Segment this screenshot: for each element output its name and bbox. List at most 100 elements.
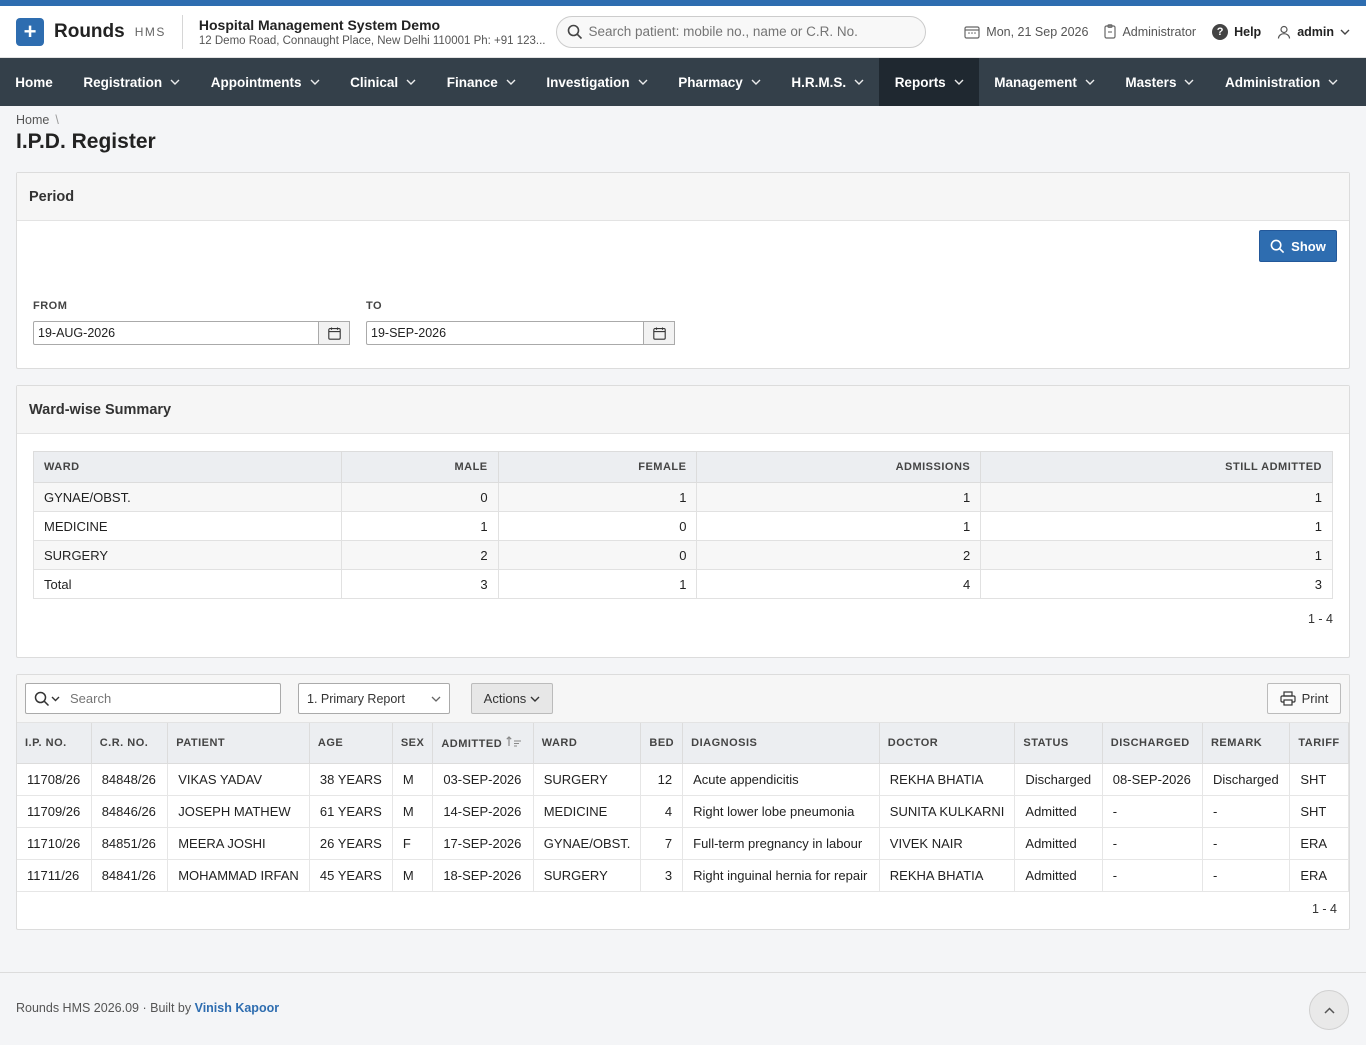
table-cell: 84848/26	[91, 763, 169, 796]
breadcrumb-separator: \	[55, 113, 59, 127]
table-cell: 08-SEP-2026	[1102, 763, 1203, 796]
table-cell: 45 YEARS	[309, 859, 393, 892]
register-col-patient[interactable]: PATIENT	[167, 723, 310, 764]
nav-item-administration[interactable]: Administration	[1210, 58, 1354, 106]
table-row[interactable]: 11709/26 84846/26 JOSEPH MATHEW 61 YEARS M 14…	[17, 795, 1349, 828]
register-col-c-r-no[interactable]: C.R. NO.	[91, 723, 169, 764]
user-menu[interactable]: admin	[1277, 25, 1350, 39]
footer-author-link[interactable]: Vinish Kapoor	[195, 1001, 280, 1015]
register-col-ward[interactable]: WARD	[533, 723, 642, 764]
table-cell: 18-SEP-2026	[432, 859, 534, 892]
nav-item-finance[interactable]: Finance	[431, 58, 531, 106]
ward-summary-title: Ward-wise Summary	[17, 386, 1349, 434]
nav-item-investigation[interactable]: Investigation	[531, 58, 663, 106]
chevron-down-icon	[431, 696, 441, 702]
ward-col-admissions[interactable]: ADMISSIONS	[696, 451, 982, 483]
ward-col-still-admitted[interactable]: STILL ADMITTED	[980, 451, 1333, 483]
nav-item-masters[interactable]: Masters	[1110, 58, 1210, 106]
table-cell: Admitted	[1014, 859, 1103, 892]
table-cell: SURGERY	[533, 763, 642, 796]
patient-search[interactable]	[555, 15, 926, 48]
sort-ascending-icon[interactable]	[506, 735, 522, 750]
table-cell: 84841/26	[91, 859, 169, 892]
show-button[interactable]: Show	[1259, 230, 1337, 262]
register-col-age[interactable]: AGE	[309, 723, 393, 764]
role-indicator[interactable]: Administrator	[1104, 24, 1196, 39]
nav-item-label: Masters	[1125, 74, 1177, 90]
search-icon[interactable]	[34, 691, 60, 707]
table-cell: GYNAE/OBST.	[33, 482, 342, 512]
nav-item-pharmacy[interactable]: Pharmacy	[663, 58, 776, 106]
page-footer: Rounds HMS 2026.09 · Built by Vinish Kap…	[0, 972, 1366, 1045]
from-date-input[interactable]	[33, 321, 319, 345]
table-cell: Full-term pregnancy in labour	[682, 827, 880, 860]
to-date-picker-button[interactable]	[644, 321, 675, 345]
register-col-diagnosis[interactable]: DIAGNOSIS	[682, 723, 880, 764]
table-cell: 3	[640, 859, 684, 892]
nav-item-label: Appointments	[210, 74, 302, 90]
user-icon	[1278, 25, 1291, 39]
table-cell: SHT	[1289, 795, 1349, 828]
help-link[interactable]: ? Help	[1212, 23, 1261, 40]
report-select[interactable]: 1. Primary Report	[298, 683, 450, 714]
table-cell: -	[1102, 795, 1203, 828]
nav-item-reports[interactable]: Reports	[879, 58, 979, 106]
table-cell: 0	[497, 511, 698, 541]
nav-item-h-r-m-s[interactable]: H.R.M.S.	[776, 58, 879, 106]
register-col-remark[interactable]: REMARK	[1202, 723, 1291, 764]
ward-summary-card: Ward-wise Summary WARD MALE FEMALE ADMISSIO…	[16, 385, 1350, 658]
from-date-field	[33, 321, 350, 345]
to-label: TO	[366, 300, 383, 312]
page-title: I.P.D. Register	[16, 130, 156, 153]
table-cell: VIVEK NAIR	[879, 827, 1016, 860]
register-col-i-p-no[interactable]: I.P. NO.	[17, 723, 92, 764]
table-cell: 11711/26	[17, 859, 92, 892]
chevron-down-icon	[1085, 77, 1095, 87]
patient-search-input[interactable]	[588, 24, 915, 39]
print-button[interactable]: Print	[1267, 683, 1341, 714]
register-pagination: 1 - 4	[1311, 902, 1337, 916]
ward-col-female[interactable]: FEMALE	[497, 451, 698, 483]
register-col-doctor[interactable]: DOCTOR	[879, 723, 1016, 764]
nav-item-label: Pharmacy	[678, 74, 743, 90]
register-col-status[interactable]: STATUS	[1014, 723, 1103, 764]
ward-summary-table: WARD MALE FEMALE ADMISSIONS STILL ADMITTED G…	[33, 451, 1333, 599]
nav-item-registration[interactable]: Registration	[68, 58, 195, 106]
brand-name[interactable]: Rounds	[54, 21, 125, 43]
register-col-discharged[interactable]: DISCHARGED	[1102, 723, 1203, 764]
ward-col-male[interactable]: MALE	[340, 451, 499, 483]
table-row[interactable]: 11711/26 84841/26 MOHAMMAD IRFAN 45 YEARS M 1…	[17, 859, 1349, 892]
table-cell: 17-SEP-2026	[432, 827, 534, 860]
ward-col-ward[interactable]: WARD	[33, 451, 342, 483]
table-row[interactable]: 11710/26 84851/26 MEERA JOSHI 26 YEARS F 17-S…	[17, 827, 1349, 860]
nav-item-clinical[interactable]: Clinical	[335, 58, 432, 106]
table-cell: 11709/26	[17, 795, 92, 828]
register-col-bed[interactable]: BED	[640, 723, 684, 764]
to-date-input[interactable]	[366, 321, 644, 345]
nav-item-label: Reports	[894, 74, 946, 90]
clipboard-icon	[1104, 24, 1117, 39]
table-cell: JOSEPH MATHEW	[167, 795, 310, 828]
register-col-sex[interactable]: SEX	[392, 723, 434, 764]
register-col-tariff[interactable]: TARIFF	[1289, 723, 1349, 764]
nav-item-appointments[interactable]: Appointments	[195, 58, 334, 106]
table-cell: 61 YEARS	[309, 795, 393, 828]
table-row[interactable]: 11708/26 84848/26 VIKAS YADAV 38 YEARS M 03-S…	[17, 763, 1349, 796]
nav-item-management[interactable]: Management	[979, 58, 1110, 106]
actions-menu-button[interactable]: Actions	[471, 683, 553, 714]
breadcrumb-home[interactable]: Home	[16, 113, 49, 127]
register-search[interactable]	[25, 683, 281, 714]
column-label: WARD	[541, 736, 578, 749]
from-date-picker-button[interactable]	[319, 321, 350, 345]
nav-item-home[interactable]: Home	[0, 58, 68, 106]
table-cell: 26 YEARS	[309, 827, 393, 860]
table-cell: SUNITA KULKARNI	[879, 795, 1016, 828]
table-cell: VIKAS YADAV	[167, 763, 310, 796]
table-cell: -	[1202, 827, 1291, 860]
register-col-admitted[interactable]: ADMITTED	[432, 723, 534, 764]
column-label: AGE	[317, 736, 344, 749]
plus-logo-icon[interactable]: +	[16, 17, 44, 46]
scroll-to-top-button[interactable]	[1309, 990, 1349, 1030]
table-cell: 84846/26	[91, 795, 169, 828]
register-search-input[interactable]	[70, 691, 280, 706]
